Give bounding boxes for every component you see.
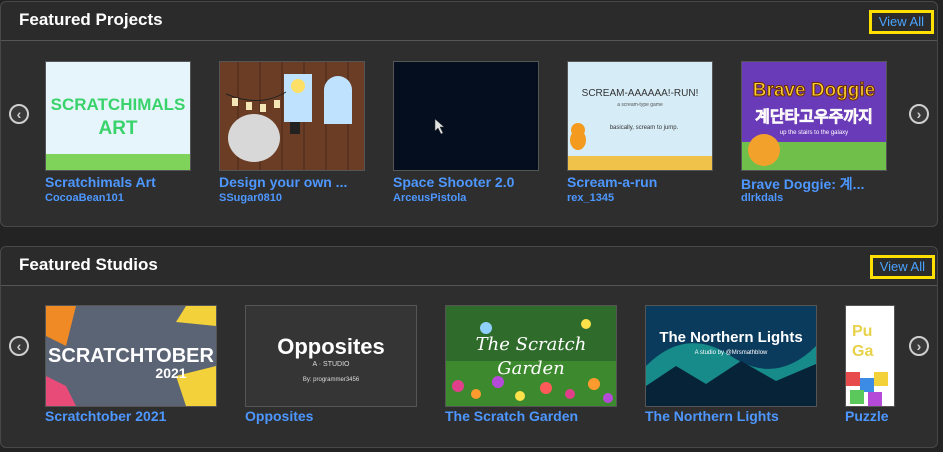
studios-view-all-link[interactable]: View All [869, 255, 935, 279]
thumb-text: ART [98, 118, 137, 139]
thumb-text: SCRATCHIMALS [51, 95, 186, 114]
featured-projects-title: Featured Projects [19, 10, 163, 29]
thumb-text: Ga [852, 343, 873, 360]
studio-title[interactable]: Scratchtober 2021 [45, 408, 217, 424]
thumb-text: SCREAM-AAAAAA!-RUN! [582, 88, 699, 99]
thumb-text: a scream-type game [617, 102, 663, 108]
project-thumbnail[interactable]: SCREAM-AAAAAA!-RUN! a scream-type game b… [567, 61, 713, 171]
project-thumbnail[interactable] [219, 61, 365, 171]
chevron-left-icon: ‹ [16, 338, 22, 354]
chevron-right-icon: › [916, 106, 922, 122]
project-title[interactable]: Scream-a-run [567, 174, 713, 190]
studios-next-button[interactable]: › [909, 336, 929, 356]
thumb-text: Opposites [277, 334, 385, 359]
studio-thumbnail[interactable]: The Scratch Garden [445, 305, 617, 407]
project-author[interactable]: ArceusPistola [393, 192, 466, 204]
project-thumbnail[interactable] [393, 61, 539, 171]
studio-thumbnail[interactable]: Pu Ga [845, 305, 895, 407]
thumb-text: 계단타고우주까지 [755, 107, 873, 126]
project-title[interactable]: Design your own ... [219, 174, 365, 190]
thumb-text: A studio by @Mrsmathblow [695, 350, 768, 356]
studio-title[interactable]: The Northern Lights [645, 408, 817, 424]
studio-title[interactable]: Opposites [245, 408, 417, 424]
studio-title[interactable]: Puzzle [845, 408, 895, 424]
thumb-text: The Scratch [476, 334, 587, 355]
projects-prev-button[interactable]: ‹ [9, 104, 29, 124]
featured-studios-title: Featured Studios [19, 255, 158, 274]
featured-studios-header: Featured Studios View All [1, 247, 937, 286]
thumb-text: The Northern Lights [659, 329, 802, 346]
studio-title[interactable]: The Scratch Garden [445, 408, 617, 424]
featured-projects-panel: Featured Projects View All ‹ › SCRATCHIM… [0, 1, 938, 227]
project-author[interactable]: dlrkdals [741, 192, 783, 204]
project-title[interactable]: Brave Doggie: 계... [741, 174, 881, 194]
thumb-text: A · STUDIO [313, 361, 351, 368]
projects-next-button[interactable]: › [909, 104, 929, 124]
project-author[interactable]: SSugar0810 [219, 192, 282, 204]
chevron-left-icon: ‹ [16, 106, 22, 122]
thumb-text: up the stairs to the galaxy [780, 130, 848, 136]
project-title[interactable]: Scratchimals Art [45, 174, 191, 190]
thumb-text: Brave Doggie [753, 80, 875, 101]
project-thumbnail[interactable]: Brave Doggie 계단타고우주까지 up the stairs to t… [741, 61, 887, 171]
thumb-text: By: programmer3456 [303, 377, 360, 383]
thumb-text: Garden [497, 358, 564, 379]
project-author[interactable]: rex_1345 [567, 192, 614, 204]
thumb-text: basically, scream to jump. [610, 125, 679, 131]
thumb-text: 2021 [155, 365, 186, 381]
project-author[interactable]: CocoaBean101 [45, 192, 124, 204]
studio-thumbnail[interactable]: The Northern Lights A studio by @Mrsmath… [645, 305, 817, 407]
studio-thumbnail[interactable]: Opposites A · STUDIO By: programmer3456 [245, 305, 417, 407]
chevron-right-icon: › [916, 338, 922, 354]
studio-thumbnail[interactable]: SCRATCHTOBER 2021 [45, 305, 217, 407]
project-title[interactable]: Space Shooter 2.0 [393, 174, 539, 190]
featured-studios-panel: Featured Studios View All ‹ › SCRATCHTOB… [0, 246, 938, 448]
studios-prev-button[interactable]: ‹ [9, 336, 29, 356]
project-thumbnail[interactable]: SCRATCHIMALS ART [45, 61, 191, 171]
thumb-text: SCRATCHTOBER [48, 345, 214, 367]
projects-view-all-link[interactable]: View All [868, 10, 934, 34]
thumb-text: Pu [852, 323, 872, 340]
featured-projects-header: Featured Projects View All [1, 2, 937, 41]
